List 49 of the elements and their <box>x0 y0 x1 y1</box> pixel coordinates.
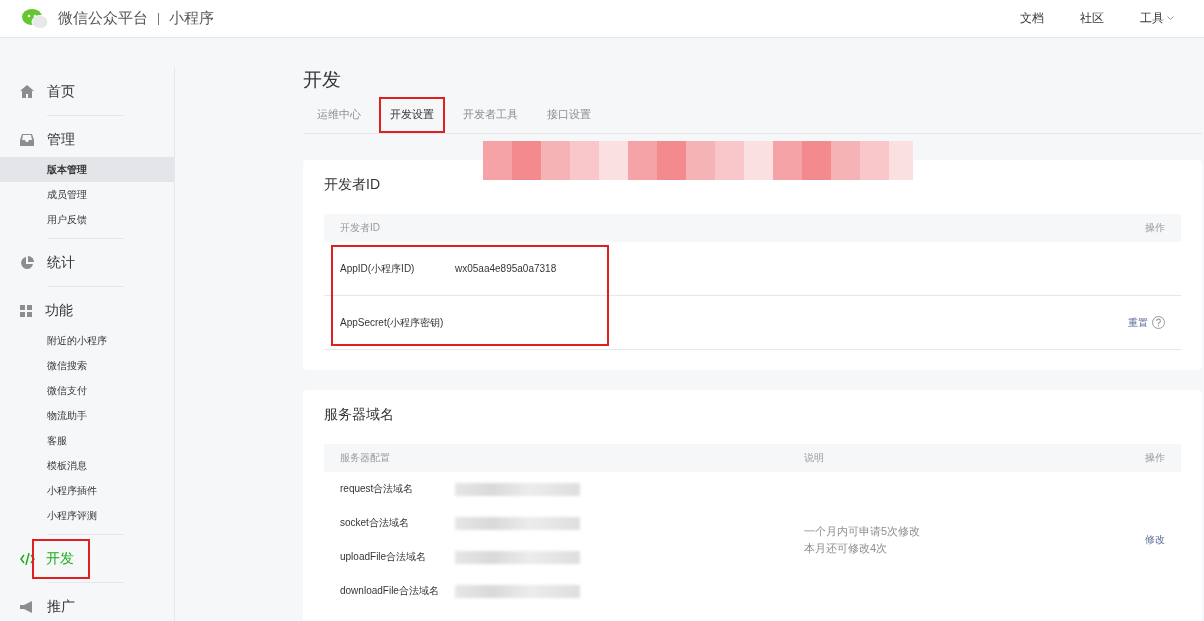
nav-subitem[interactable]: 微信搜索 <box>0 353 174 378</box>
section-title: 开发者ID <box>324 176 381 194</box>
page-title: 开发 <box>303 68 342 92</box>
nav-subitem[interactable]: 模板消息 <box>0 453 174 478</box>
inbox-icon <box>20 133 34 146</box>
tab[interactable]: 开发设置 <box>379 97 445 133</box>
nav-subitem[interactable]: 小程序评测 <box>0 503 174 528</box>
column-header: 操作 <box>1145 451 1165 465</box>
help-icon[interactable] <box>1152 316 1165 329</box>
column-header: 服务器配置 <box>340 451 391 465</box>
column-header: 开发者ID <box>340 221 380 235</box>
column-header: 操作 <box>1145 221 1165 235</box>
note-text: 本月还可修改4次 <box>804 541 889 556</box>
nav-subitem[interactable]: 附近的小程序 <box>0 328 174 353</box>
header-link[interactable]: 工具 <box>1140 10 1174 27</box>
field-value: wx05aa4e895a0a7318 <box>455 263 557 274</box>
nav-item[interactable]: 推广 <box>47 597 75 616</box>
field-label: AppID(小程序ID) <box>340 261 416 276</box>
nav-item[interactable]: 功能 <box>45 301 73 320</box>
header-link[interactable]: 文档 <box>1020 10 1044 27</box>
home-icon <box>20 85 34 98</box>
field-label: AppSecret(小程序密钥) <box>340 315 445 330</box>
section-title: 服务器域名 <box>324 406 395 424</box>
nav-subitem[interactable]: 客服 <box>0 428 174 453</box>
code-icon <box>20 552 35 565</box>
note-text: 一个月内可申请5次修改 <box>804 524 921 539</box>
nav-subitem[interactable]: 用户反馈 <box>0 207 174 232</box>
nav-subitem[interactable]: 小程序插件 <box>0 478 174 503</box>
pie-chart-icon <box>20 255 34 270</box>
nav-subitem[interactable]: 微信支付 <box>0 378 174 403</box>
field-label: uploadFile合法域名 <box>340 550 428 564</box>
nav-item[interactable]: 统计 <box>47 253 75 272</box>
nav-subitem[interactable]: 成员管理 <box>0 182 174 207</box>
nav-item[interactable]: 首页 <box>47 82 75 101</box>
megaphone-icon <box>20 600 34 613</box>
product-title: 小程序 <box>169 9 214 28</box>
column-header: 说明 <box>804 451 824 465</box>
modify-link[interactable]: 修改 <box>1145 533 1165 547</box>
chat-bubbles-logo <box>22 8 48 29</box>
field-label: socket合法域名 <box>340 516 410 530</box>
platform-title: 微信公众平台 <box>58 9 148 28</box>
nav-subitem[interactable]: 物流助手 <box>0 403 174 428</box>
field-label: request合法域名 <box>340 482 415 496</box>
reset-link[interactable]: 重置 <box>1128 315 1148 330</box>
header-link[interactable]: 社区 <box>1080 10 1104 27</box>
nav-item[interactable]: 管理 <box>47 130 75 149</box>
field-label: downloadFile合法域名 <box>340 584 440 598</box>
grid-icon <box>20 304 32 317</box>
nav-subitem[interactable]: 版本管理 <box>0 157 174 182</box>
